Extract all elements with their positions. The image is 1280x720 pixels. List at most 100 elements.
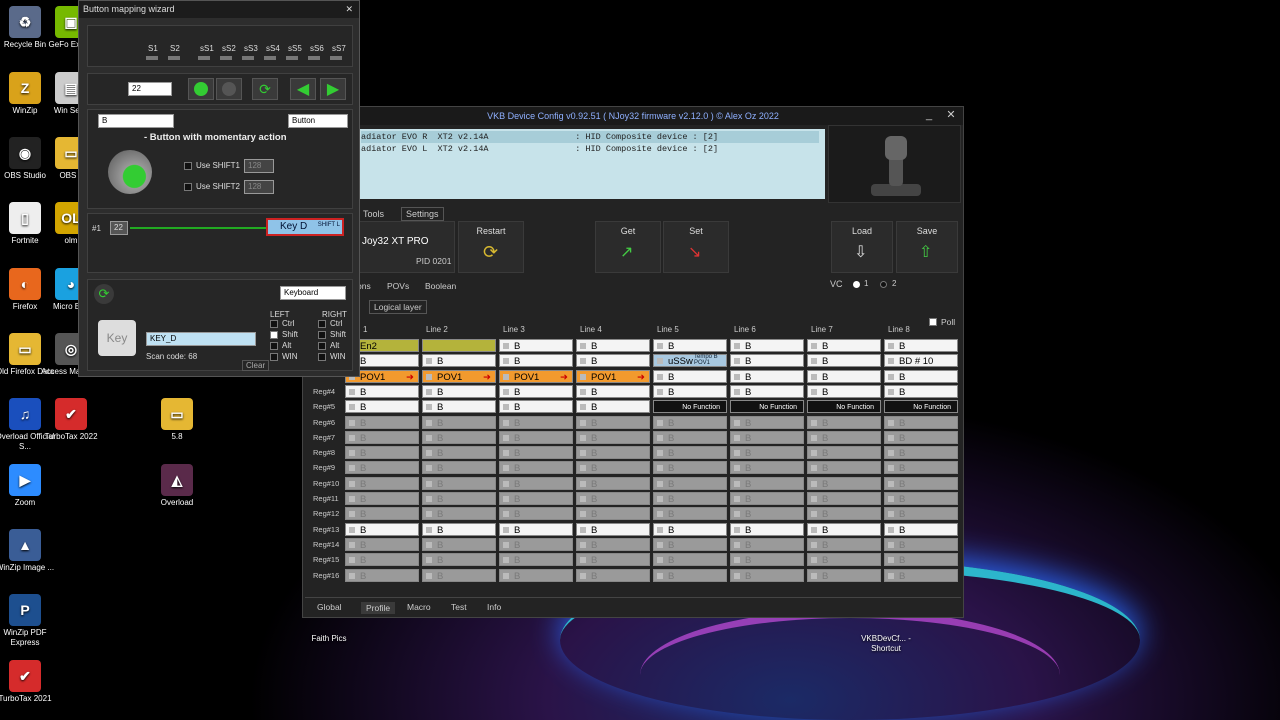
button-cell[interactable]: B: [807, 461, 881, 475]
copy-button[interactable]: [188, 78, 214, 100]
button-cell[interactable]: B: [422, 400, 496, 414]
button-cell[interactable]: B: [653, 568, 727, 582]
button-cell[interactable]: B: [653, 415, 727, 429]
desktop-icon[interactable]: P WinZip PDF Express: [0, 594, 56, 648]
button-cell[interactable]: B: [807, 492, 881, 505]
button-cell[interactable]: B: [730, 369, 804, 383]
button-cell[interactable]: B: [884, 461, 958, 475]
button-cell[interactable]: B: [499, 553, 573, 567]
close-button[interactable]: ✕: [941, 107, 961, 125]
desktop-icon[interactable]: ◭ Overload: [146, 464, 208, 508]
right-ctrl-checkbox[interactable]: [318, 320, 326, 328]
button-cell[interactable]: B: [730, 461, 804, 475]
device-list-item[interactable]: adiator EVO R XT2 v2.14A : HID Composite…: [361, 131, 819, 143]
button-cell[interactable]: B: [884, 446, 958, 460]
button-cell[interactable]: B: [807, 430, 881, 444]
button-cell[interactable]: B: [422, 522, 496, 536]
button-cell[interactable]: B: [499, 461, 573, 475]
left-win-checkbox[interactable]: [270, 353, 278, 361]
button-cell[interactable]: B: [653, 446, 727, 460]
button-cell[interactable]: B: [422, 461, 496, 475]
button-cell[interactable]: B: [730, 384, 804, 398]
bottom-tab-global[interactable]: Global: [317, 602, 342, 612]
button-cell[interactable]: B: [807, 446, 881, 460]
button-cell[interactable]: B: [730, 430, 804, 444]
refresh-button[interactable]: ⟳: [252, 78, 278, 100]
button-cell[interactable]: B: [730, 507, 804, 521]
button-cell[interactable]: B: [499, 339, 573, 352]
button-cell[interactable]: B: [576, 461, 650, 475]
restart-button[interactable]: Restart ⟳: [458, 221, 524, 273]
button-cell[interactable]: B: [499, 537, 573, 551]
kb-refresh-icon[interactable]: ⟳: [94, 284, 114, 304]
button-cell[interactable]: B: [345, 430, 419, 444]
button-cell[interactable]: B: [576, 476, 650, 490]
left-shift-checkbox[interactable]: [270, 331, 278, 339]
button-cell[interactable]: B: [653, 537, 727, 551]
button-cell[interactable]: [422, 339, 496, 352]
button-cell[interactable]: B: [499, 354, 573, 368]
button-cell[interactable]: B: [576, 354, 650, 368]
button-cell[interactable]: B: [576, 339, 650, 352]
button-cell[interactable]: B: [499, 400, 573, 414]
button-cell[interactable]: No Function: [730, 400, 804, 414]
button-cell[interactable]: B: [884, 507, 958, 521]
tab-tools[interactable]: Tools: [363, 209, 384, 219]
button-cell[interactable]: B: [576, 507, 650, 521]
button-cell[interactable]: B: [499, 522, 573, 536]
button-name-field[interactable]: B: [98, 114, 174, 128]
load-button[interactable]: Load ⇩: [831, 221, 893, 273]
next-button[interactable]: ▶: [320, 78, 346, 100]
button-cell[interactable]: B: [730, 553, 804, 567]
button-cell[interactable]: B: [653, 507, 727, 521]
button-cell[interactable]: No Function: [807, 400, 881, 414]
button-cell[interactable]: POV1 ➜: [576, 369, 650, 383]
button-cell[interactable]: B: [807, 553, 881, 567]
button-cell[interactable]: B: [576, 446, 650, 460]
button-cell[interactable]: B: [422, 354, 496, 368]
button-cell[interactable]: B: [653, 476, 727, 490]
button-cell[interactable]: B: [345, 400, 419, 414]
button-cell[interactable]: B: [653, 369, 727, 383]
button-cell[interactable]: B: [653, 492, 727, 505]
get-button[interactable]: Get ↗: [595, 221, 661, 273]
button-cell[interactable]: B: [730, 476, 804, 490]
right-win-checkbox[interactable]: [318, 353, 326, 361]
button-cell[interactable]: B: [807, 568, 881, 582]
button-cell[interactable]: B: [345, 446, 419, 460]
button-cell[interactable]: B: [653, 430, 727, 444]
button-cell[interactable]: B: [576, 553, 650, 567]
desktop-icon[interactable]: ▶ Zoom: [0, 464, 56, 508]
key-code-select[interactable]: KEY_D: [146, 332, 256, 346]
button-cell[interactable]: B: [422, 430, 496, 444]
desktop-icon[interactable]: ▲ WinZip Image ...: [0, 529, 56, 573]
button-cell[interactable]: B: [653, 553, 727, 567]
button-cell[interactable]: B: [653, 384, 727, 398]
device-list-item[interactable]: adiator EVO L XT2 v2.14A : HID Composite…: [361, 143, 819, 155]
button-cell[interactable]: B: [730, 446, 804, 460]
button-cell[interactable]: B: [422, 476, 496, 490]
bottom-tab-info[interactable]: Info: [487, 602, 501, 612]
button-cell[interactable]: B: [807, 339, 881, 352]
button-cell[interactable]: B: [807, 522, 881, 536]
tab-settings[interactable]: Settings: [401, 207, 444, 221]
button-cell[interactable]: B: [730, 568, 804, 582]
button-cell[interactable]: B: [499, 568, 573, 582]
button-cell[interactable]: B: [730, 354, 804, 368]
button-cell[interactable]: B: [807, 476, 881, 490]
button-cell[interactable]: B: [345, 476, 419, 490]
button-cell[interactable]: B: [422, 553, 496, 567]
tab-povs[interactable]: POVs: [387, 281, 409, 291]
button-cell[interactable]: B: [422, 568, 496, 582]
button-cell[interactable]: B: [345, 537, 419, 551]
button-cell[interactable]: B: [499, 384, 573, 398]
button-cell[interactable]: B: [422, 384, 496, 398]
key-d-action[interactable]: Key D SHIFT L: [266, 218, 344, 236]
button-cell[interactable]: No Function: [884, 400, 958, 414]
desktop-icon[interactable]: ✔ TurboTax 2021: [0, 660, 56, 704]
button-cell[interactable]: B: [730, 415, 804, 429]
desktop-icon[interactable]: ✔ TurboTax 2022: [40, 398, 102, 442]
button-cell[interactable]: B: [576, 384, 650, 398]
bottom-tab-test[interactable]: Test: [451, 602, 467, 612]
button-cell[interactable]: B: [422, 537, 496, 551]
